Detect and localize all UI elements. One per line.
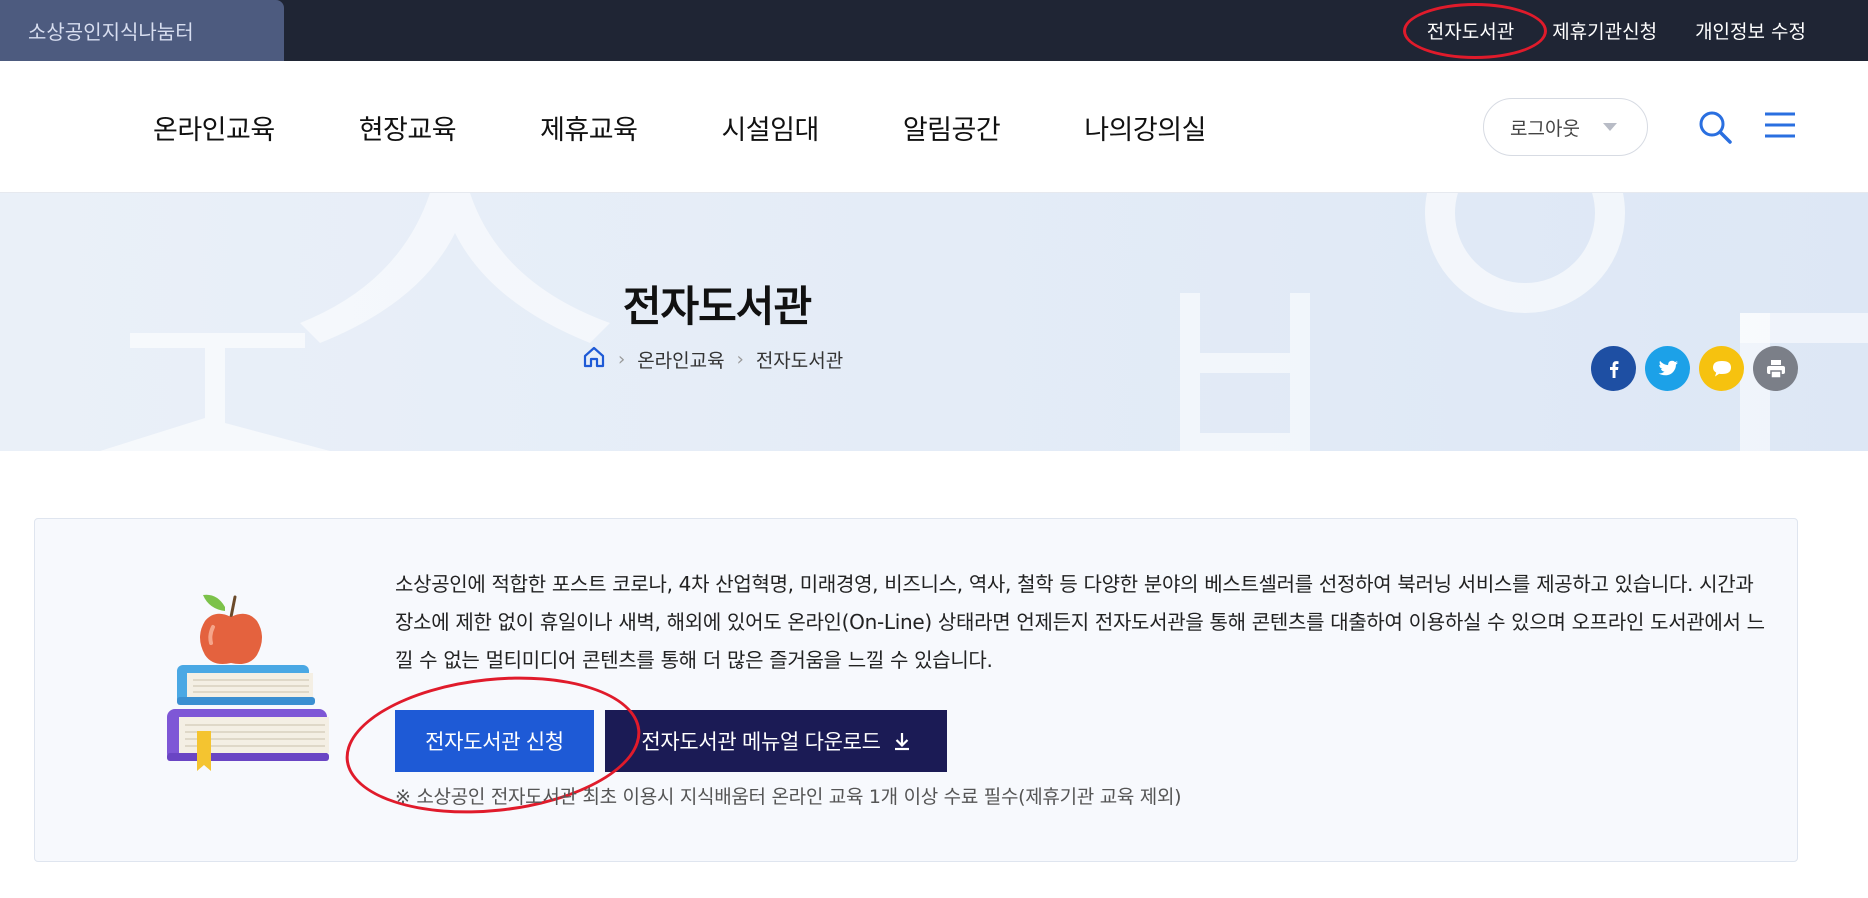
- e-library-info-box: 소상공인에 적합한 포스트 코로나, 4차 산업혁명, 미래경영, 비즈니스, …: [34, 518, 1798, 862]
- e-library-apply-button[interactable]: 전자도서관 신청: [395, 710, 594, 772]
- breadcrumb-home[interactable]: [582, 346, 606, 373]
- action-buttons: 전자도서관 신청 전자도서관 메뉴얼 다운로드: [395, 710, 947, 772]
- books-apple-icon: [167, 594, 329, 771]
- nav-item-field-education[interactable]: 현장교육: [359, 108, 457, 147]
- breadcrumb: › 온라인교육 › 전자도서관: [582, 346, 843, 373]
- nav-item-notices[interactable]: 알림공간: [903, 108, 1001, 147]
- print-button[interactable]: [1753, 346, 1798, 391]
- caret-down-icon: [1603, 123, 1617, 131]
- top-utility-bar: 소상공인지식나눔터 전자도서관 제휴기관신청 개인정보 수정: [0, 0, 1868, 61]
- e-library-description: 소상공인에 적합한 포스트 코로나, 4차 산업혁명, 미래경영, 비즈니스, …: [395, 572, 1765, 672]
- chevron-right-icon: ›: [618, 349, 626, 370]
- top-link-e-library[interactable]: 전자도서관: [1402, 3, 1548, 59]
- manual-button-label: 전자도서관 메뉴얼 다운로드: [641, 731, 881, 754]
- hamburger-menu-icon: [1765, 112, 1795, 138]
- menu-button[interactable]: [1764, 109, 1796, 141]
- search-button[interactable]: [1697, 109, 1733, 145]
- kakaotalk-icon: [1712, 360, 1731, 376]
- print-icon: [1766, 359, 1785, 379]
- logout-label: 로그아웃: [1510, 117, 1580, 140]
- nav-item-partner-education[interactable]: 제휴교육: [540, 108, 638, 147]
- usage-notice: ※ 소상공인 전자도서관 최초 이용시 지식배움터 온라인 교육 1개 이상 수…: [395, 786, 1182, 808]
- books-apple-illustration: [147, 579, 337, 779]
- page-title: 전자도서관: [622, 282, 812, 331]
- site-brand-tab[interactable]: 소상공인지식나눔터: [0, 0, 284, 61]
- nav-item-online-education[interactable]: 온라인교육: [153, 108, 275, 147]
- top-links: 전자도서관 제휴기관신청 개인정보 수정: [1402, 0, 1806, 61]
- top-link-edit-profile[interactable]: 개인정보 수정: [1695, 17, 1806, 44]
- main-navigation: 온라인교육 현장교육 제휴교육 시설임대 알림공간 나의강의실 로그아웃: [0, 61, 1868, 193]
- download-icon: [894, 733, 909, 751]
- facebook-icon: [1609, 360, 1618, 378]
- site-brand-label: 소상공인지식나눔터: [28, 20, 194, 44]
- page-hero: 전자도서관 › 온라인교육 › 전자도서관: [0, 193, 1868, 451]
- top-link-partner-application[interactable]: 제휴기관신청: [1552, 17, 1657, 44]
- nav-item-my-classroom[interactable]: 나의강의실: [1084, 108, 1206, 147]
- kakaotalk-share-button[interactable]: [1699, 346, 1744, 391]
- breadcrumb-item-current: 전자도서관: [755, 350, 844, 372]
- twitter-icon: [1658, 360, 1678, 375]
- search-icon: [1699, 111, 1732, 144]
- breadcrumb-item-online-education[interactable]: 온라인교육: [637, 346, 724, 373]
- home-icon: [583, 346, 605, 368]
- nav-item-facility-rental[interactable]: 시설임대: [721, 108, 819, 147]
- chevron-right-icon: ›: [736, 349, 744, 370]
- share-buttons: [1591, 346, 1798, 391]
- nav-menu: 온라인교육 현장교육 제휴교육 시설임대 알림공간 나의강의실: [153, 61, 1290, 193]
- twitter-share-button[interactable]: [1645, 346, 1690, 391]
- manual-download-button[interactable]: 전자도서관 메뉴얼 다운로드: [605, 710, 947, 772]
- apply-button-label: 전자도서관 신청: [425, 731, 564, 754]
- facebook-share-button[interactable]: [1591, 346, 1636, 391]
- logout-button[interactable]: 로그아웃: [1483, 98, 1648, 156]
